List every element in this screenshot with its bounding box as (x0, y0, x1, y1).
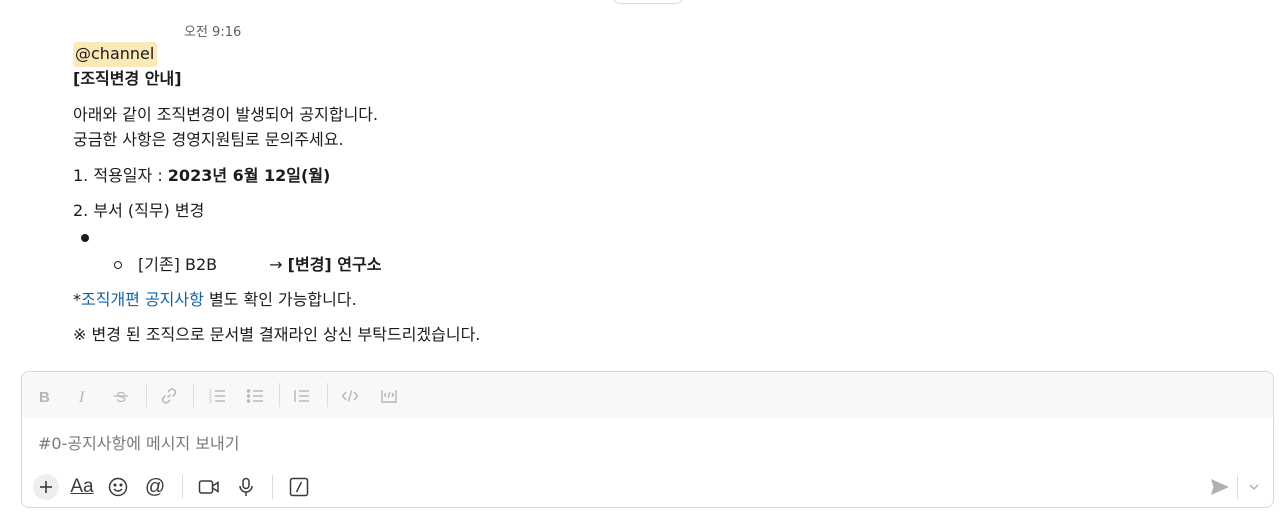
item-1-label: 1. 적용일자 : (73, 166, 168, 185)
item-1-value: 2023년 6월 12일(월) (167, 166, 331, 185)
channel-mention[interactable]: @channel (73, 42, 158, 67)
change-arrow: → (269, 255, 288, 274)
sub-bullet-point (114, 261, 122, 269)
new-messages-pill[interactable] (611, 0, 685, 4)
svg-text:I: I (78, 389, 85, 404)
video-icon[interactable] (196, 474, 222, 500)
message-title: [조직변경 안내] (73, 69, 182, 88)
note-line: *조직개편 공지사항 별도 확인 가능합니다. (73, 289, 357, 311)
emoji-icon[interactable] (105, 474, 131, 500)
code-block-icon[interactable] (377, 384, 401, 408)
slash-command-icon[interactable] (286, 474, 312, 500)
intro-line-1: 아래와 같이 조직변경이 발생되어 공지합니다. (73, 105, 379, 124)
note-prefix: * (73, 290, 81, 309)
message-composer: B I S 123 #0-공지사항에 메시지 보내기 Aa @ (21, 371, 1274, 508)
text-format-icon[interactable]: Aa (67, 474, 97, 500)
formatting-toolbar: B I S 123 (22, 372, 1273, 418)
plus-icon[interactable] (33, 474, 59, 500)
bulleted-list-icon[interactable] (243, 384, 267, 408)
note-suffix: 별도 확인 가능합니다. (203, 290, 357, 309)
change-before: [기존] B2B (138, 255, 218, 274)
mention-icon[interactable]: @ (142, 474, 168, 500)
microphone-icon[interactable] (233, 474, 259, 500)
strikethrough-icon[interactable]: S (109, 384, 133, 408)
ordered-list-icon[interactable]: 123 (205, 384, 229, 408)
bold-icon[interactable]: B (33, 384, 57, 408)
bullet-point (81, 234, 89, 242)
code-icon[interactable] (338, 384, 362, 408)
change-after: [변경] 연구소 (287, 255, 382, 274)
send-icon[interactable] (1207, 474, 1233, 500)
closing-line: ※ 변경 된 조직으로 문서별 결재라인 상신 부탁드리겠습니다. (73, 325, 481, 344)
message-input[interactable]: #0-공지사항에 메시지 보내기 (38, 430, 239, 454)
item-2: 2. 부서 (직무) 변경 (73, 201, 205, 220)
svg-text:B: B (39, 389, 50, 404)
link-icon[interactable] (157, 384, 181, 408)
italic-icon[interactable]: I (71, 384, 95, 408)
announcement-link[interactable]: 조직개편 공지사항 (81, 290, 204, 309)
change-row: [기존] B2B → [변경] 연구소 (138, 254, 381, 276)
intro-line-2: 궁금한 사항은 경영지원팀로 문의주세요. (73, 130, 344, 149)
send-options-chevron-down-icon[interactable] (1241, 474, 1267, 500)
blockquote-icon[interactable] (290, 384, 314, 408)
svg-text:3: 3 (209, 399, 212, 405)
item-1: 1. 적용일자 : 2023년 6월 12일(월) (73, 165, 330, 187)
message-timestamp[interactable]: 오전 9:16 (184, 21, 241, 40)
